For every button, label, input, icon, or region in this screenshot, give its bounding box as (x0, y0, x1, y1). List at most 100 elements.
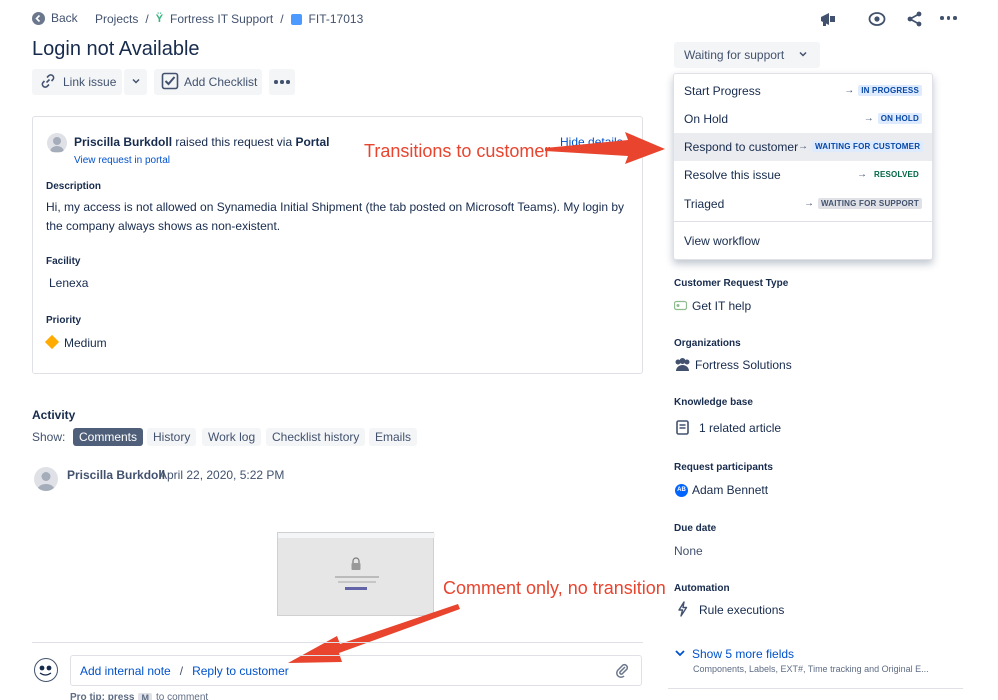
link-issue-dropdown[interactable] (124, 69, 147, 95)
filter-work-log[interactable]: Work log (202, 428, 262, 446)
breadcrumb-separator: / (145, 12, 149, 26)
sidebar-divider (668, 688, 963, 689)
add-internal-note-button[interactable]: Add internal note (80, 664, 171, 678)
pro-tip-key: M (138, 692, 152, 700)
description-label: Description (46, 181, 102, 192)
lock-icon (350, 557, 362, 574)
status-lozenge: WAITING FOR CUSTOMER (812, 141, 924, 152)
annotation-comment-only: Comment only, no transition (443, 578, 666, 598)
section-divider (32, 642, 643, 643)
annotation-transitions: Transitions to customer (364, 141, 551, 161)
chevron-down-icon (131, 75, 141, 89)
activity-title: Activity (32, 408, 76, 422)
annotation-arrow-1 (545, 132, 665, 164)
due-date-label: Due date (674, 523, 717, 534)
comment-actions: Add internal note / Reply to customer (80, 664, 289, 678)
organizations-label: Organizations (674, 338, 741, 349)
attachment-icon[interactable] (614, 662, 630, 681)
automation-label: Automation (674, 583, 730, 594)
show-more-fields-label: Show 5 more fields (692, 647, 795, 661)
filter-history[interactable]: History (147, 428, 197, 446)
automation-value[interactable]: Rule executions (699, 603, 784, 617)
watch-icon[interactable] (868, 10, 886, 31)
link-issue-button[interactable]: Link issue (32, 69, 122, 95)
status-lozenge: WAITING FOR SUPPORT (817, 198, 922, 209)
comment-avatar (34, 467, 58, 491)
avatar (47, 133, 67, 153)
customer-request-type-value[interactable]: Get IT help (692, 299, 751, 313)
transition-label: Resolve this issue (684, 168, 781, 182)
raised-text: raised this request via (175, 135, 293, 149)
arrow-right-icon: → (863, 113, 874, 124)
share-icon[interactable] (906, 10, 924, 31)
transition-resolve[interactable]: Resolve this issue → RESOLVED (674, 161, 932, 189)
comment-date[interactable]: April 22, 2020, 5:22 PM (159, 468, 284, 482)
status-dropdown-button[interactable]: Waiting for support (674, 42, 820, 68)
comment-author[interactable]: Priscilla Burkdoll (67, 468, 165, 482)
back-button[interactable]: Back (32, 11, 78, 25)
facility-label: Facility (46, 256, 81, 267)
pro-tip-suffix: to comment (155, 692, 209, 700)
breadcrumb-issue-key[interactable]: FIT-17013 (309, 12, 364, 26)
breadcrumb-separator: / (280, 12, 284, 26)
organization-icon (674, 357, 691, 375)
back-arrow-icon (32, 11, 45, 25)
chevron-down-icon (674, 647, 686, 661)
organization-value[interactable]: Fortress Solutions (695, 358, 792, 372)
transition-label: Respond to customer (684, 140, 799, 154)
show-more-fields-button[interactable]: Show 5 more fields (674, 647, 794, 661)
status-label: Waiting for support (684, 48, 785, 62)
ellipsis-icon (274, 80, 290, 84)
due-date-value[interactable]: None (674, 544, 703, 558)
more-actions-icon[interactable] (940, 16, 957, 20)
view-workflow-link[interactable]: View workflow (674, 227, 932, 255)
breadcrumb-project[interactable]: Fortress IT Support (170, 12, 273, 26)
request-participants-label: Request participants (674, 462, 773, 473)
filter-emails[interactable]: Emails (369, 428, 418, 446)
arrow-right-icon: → (844, 85, 855, 96)
breadcrumb-projects[interactable]: Projects (95, 12, 138, 26)
priority-label: Priority (46, 315, 82, 326)
checklist-icon (161, 72, 179, 93)
transition-on-hold[interactable]: On Hold → ON HOLD (674, 105, 932, 133)
issue-type-icon (290, 13, 302, 25)
arrow-right-icon: → (798, 141, 808, 152)
transition-triaged[interactable]: Triaged → WAITING FOR SUPPORT (674, 190, 932, 218)
request-type-icon (673, 300, 688, 314)
add-checklist-button[interactable]: Add Checklist (154, 69, 262, 95)
feedback-icon[interactable] (819, 10, 837, 31)
arrow-right-icon: → (803, 198, 814, 209)
facility-value[interactable]: Lenexa (49, 276, 88, 290)
comment-action-separator: / (179, 664, 184, 678)
knowledge-base-icon (676, 420, 689, 438)
customer-request-type-label: Customer Request Type (674, 278, 789, 289)
more-options-button[interactable] (269, 69, 295, 95)
issue-title[interactable]: Login not Available (32, 38, 200, 61)
project-icon: Ÿ (155, 13, 164, 25)
status-lozenge: ON HOLD (877, 113, 922, 124)
transition-respond-to-customer[interactable]: Respond to customer → WAITING FOR CUSTOME… (674, 133, 932, 161)
breadcrumb: Projects / Ÿ Fortress IT Support / FIT-1… (95, 12, 363, 26)
filter-comments[interactable]: Comments (73, 428, 144, 446)
transition-label: Start Progress (684, 84, 761, 98)
link-issue-label: Link issue (63, 75, 117, 89)
knowledge-base-label: Knowledge base (674, 397, 753, 408)
back-label: Back (51, 11, 78, 25)
priority-value[interactable]: Medium (64, 336, 107, 350)
filter-checklist-history[interactable]: Checklist history (266, 428, 366, 446)
reporter-name[interactable]: Priscilla Burkdoll (74, 135, 172, 149)
transition-start-progress[interactable]: Start Progress → IN PROGRESS (674, 77, 932, 105)
chevron-down-icon (798, 48, 808, 62)
menu-divider (674, 221, 932, 222)
knowledge-base-value[interactable]: 1 related article (699, 421, 781, 435)
show-more-fields-summary: Components, Labels, EXT#, Time tracking … (693, 664, 929, 674)
participant-name[interactable]: Adam Bennett (692, 483, 768, 497)
lightning-icon (677, 601, 688, 620)
view-workflow-label: View workflow (684, 234, 760, 248)
reply-to-customer-button[interactable]: Reply to customer (192, 664, 289, 678)
raised-by-line: Priscilla Burkdoll raised this request v… (74, 135, 329, 149)
arrow-right-icon: → (856, 169, 867, 180)
channel-name: Portal (295, 135, 330, 149)
transition-label: Triaged (684, 197, 725, 211)
view-request-portal-link[interactable]: View request in portal (74, 155, 170, 166)
